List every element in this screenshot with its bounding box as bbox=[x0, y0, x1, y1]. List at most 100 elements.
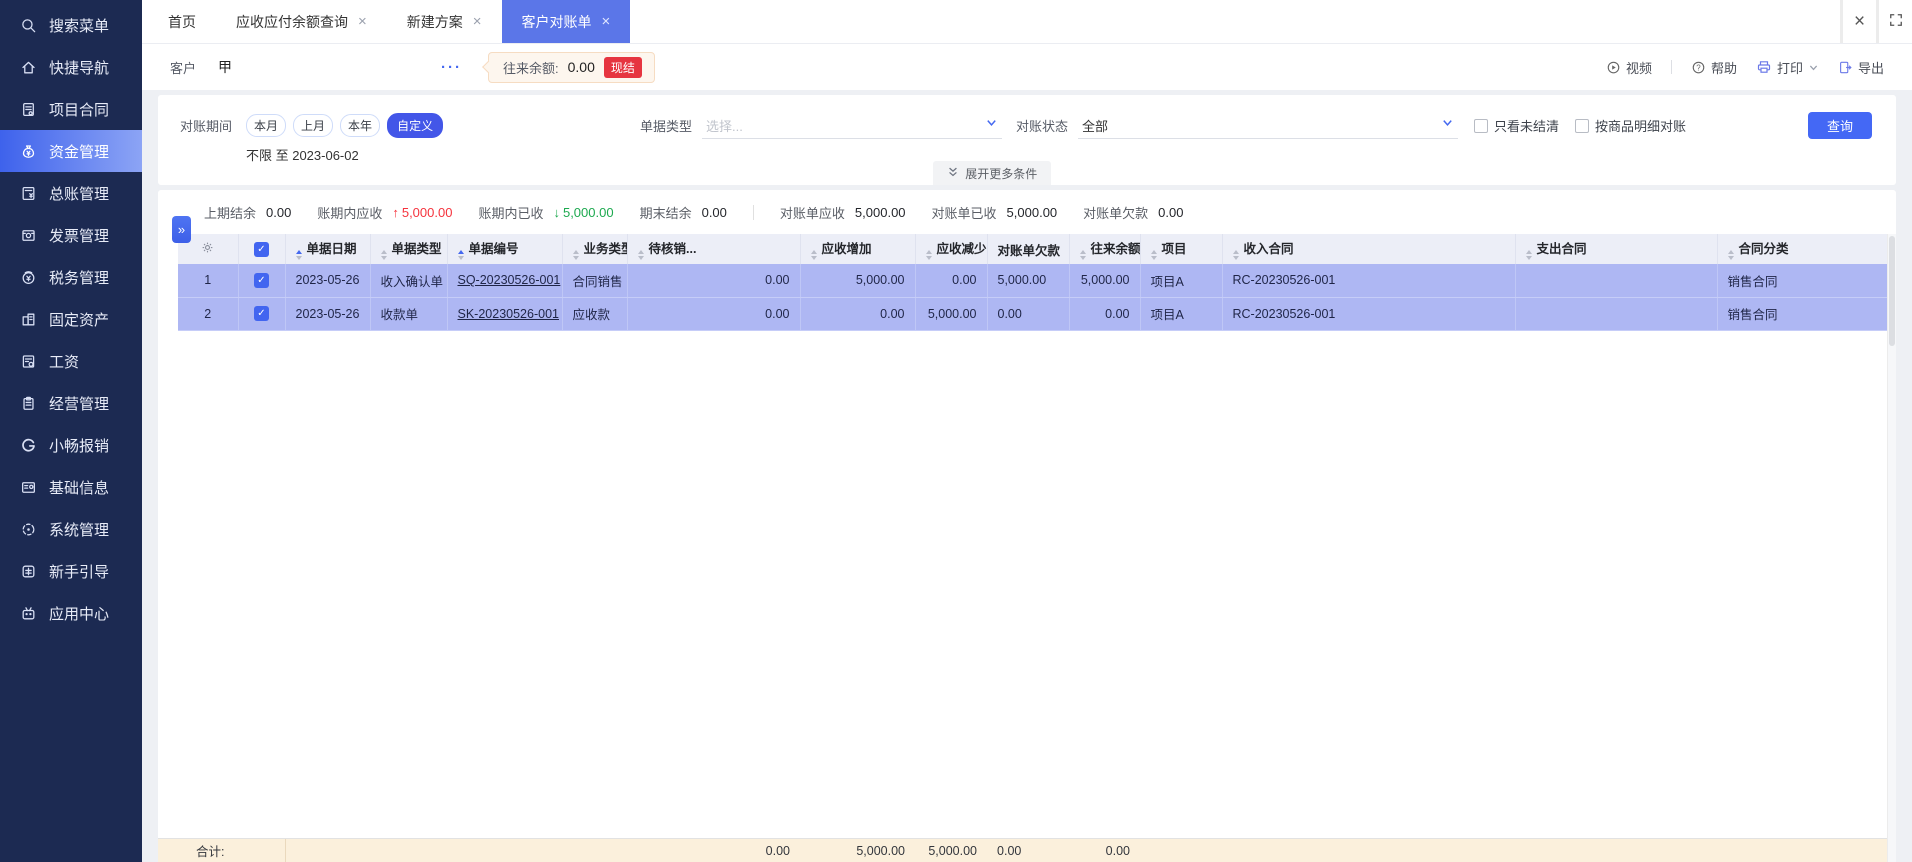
sidebar-item-label: 资金管理 bbox=[49, 143, 110, 161]
side-panel-expand-button[interactable]: » bbox=[172, 216, 191, 243]
sidebar-item-label: 税务管理 bbox=[49, 269, 110, 287]
expand-more-button[interactable]: 展开更多条件 bbox=[933, 161, 1052, 185]
svg-text:?: ? bbox=[1696, 63, 1701, 72]
summary-label: 合计: bbox=[178, 839, 286, 862]
customer-value[interactable]: 甲 bbox=[218, 57, 232, 77]
filter-row: 对账期间 本月 上月 本年 自定义 单据类型 选择... 对账状态 全部 只看未… bbox=[180, 112, 1872, 139]
scrollbar-track[interactable] bbox=[1887, 234, 1896, 862]
period-option-custom[interactable]: 自定义 bbox=[387, 113, 444, 138]
sidebar-item-search[interactable]: 搜索菜单 bbox=[0, 4, 142, 46]
column-label: 收入合同 bbox=[1243, 242, 1294, 256]
tab-1[interactable]: 应收应付余额查询 × bbox=[216, 0, 387, 43]
checkbox-unchecked bbox=[1474, 118, 1489, 133]
column-header-pending[interactable]: 待核销... bbox=[627, 234, 801, 264]
action-print[interactable]: 打印 bbox=[1756, 58, 1819, 77]
action-video[interactable]: 视频 bbox=[1606, 58, 1652, 77]
column-header-expense_contract[interactable]: 支出合同 bbox=[1515, 234, 1718, 264]
close-window-button[interactable]: × bbox=[1843, 0, 1876, 43]
sidebar-item-home[interactable]: 快捷导航 bbox=[0, 46, 142, 88]
select-all-checkbox[interactable] bbox=[238, 234, 286, 264]
column-header-contract_category[interactable]: 合同分类 bbox=[1717, 234, 1894, 264]
filter-panel: 对账期间 本月 上月 本年 自定义 单据类型 选择... 对账状态 全部 只看未… bbox=[158, 95, 1896, 185]
tab-3[interactable]: 客户对账单 × bbox=[501, 0, 631, 43]
invoice-icon bbox=[19, 226, 37, 244]
stat-period-receivable: 账期内应收 ↑ 5,000.00 bbox=[317, 203, 452, 222]
sidebar-item-system[interactable]: 系统管理 bbox=[0, 508, 142, 550]
column-header-doc_type[interactable]: 单据类型 bbox=[370, 234, 448, 264]
sidebar-item-payroll[interactable]: 工资 bbox=[0, 340, 142, 382]
sidebar-item-label: 经营管理 bbox=[49, 395, 110, 413]
column-header-income_contract[interactable]: 收入合同 bbox=[1222, 234, 1516, 264]
tab-close-icon[interactable]: × bbox=[358, 14, 367, 29]
sidebar-item-app-center[interactable]: 应用中心 bbox=[0, 592, 142, 634]
sidebar-item-guide[interactable]: 新手引导 bbox=[0, 550, 142, 592]
sidebar-item-business[interactable]: 经营管理 bbox=[0, 382, 142, 424]
period-option-2[interactable]: 本年 bbox=[340, 114, 381, 137]
sidebar-item-expense[interactable]: 小畅报销 bbox=[0, 424, 142, 466]
sort-icon bbox=[1079, 250, 1086, 260]
tab-2[interactable]: 新建方案 × bbox=[387, 0, 502, 43]
period-range-value[interactable]: 不限 至 2023-06-02 bbox=[246, 145, 1872, 164]
tab-close-icon[interactable]: × bbox=[473, 14, 482, 29]
column-header-project[interactable]: 项目 bbox=[1140, 234, 1223, 264]
column-label: 应收减少 bbox=[936, 242, 987, 256]
guide-icon bbox=[19, 562, 37, 580]
sidebar-item-label: 新手引导 bbox=[49, 563, 110, 581]
cell-doc_no[interactable]: SK-20230526-001 bbox=[447, 297, 563, 331]
summary-doc_no bbox=[447, 839, 562, 862]
checkbox-checked-icon[interactable] bbox=[254, 241, 269, 257]
sidebar-item-invoice[interactable]: 发票管理 bbox=[0, 214, 142, 256]
only-unsettled-checkbox[interactable]: 只看未结清 bbox=[1474, 116, 1559, 135]
column-header-date[interactable]: 单据日期 bbox=[285, 234, 371, 264]
doc-type-select[interactable]: 选择... bbox=[702, 113, 1003, 139]
column-header-ar_increase[interactable]: 应收增加 bbox=[800, 234, 916, 264]
column-header-biz_type[interactable]: 业务类型 bbox=[562, 234, 628, 264]
column-header-doc_no[interactable]: 单据编号 bbox=[447, 234, 563, 264]
sidebar-item-base-info[interactable]: 基础信息 bbox=[0, 466, 142, 508]
summary-stats-row: 上期结余 0.00 账期内应收 ↑ 5,000.00 账期内已收 ↓ 5,000.00 期末结余… bbox=[158, 190, 1896, 234]
stat-label: 对账单欠款 bbox=[1083, 205, 1149, 221]
app-root: 搜索菜单 快捷导航项目合同资金管理总账管理发票管理税务管理固定资产 工资经营管理小畅… bbox=[0, 0, 1912, 862]
sidebar-item-label: 项目合同 bbox=[49, 101, 110, 119]
record-toolbar: 客户 甲 ··· 往来余额: 0.00 现结 视频? 帮助 打印 导出 bbox=[142, 44, 1912, 90]
customer-more-button[interactable]: ··· bbox=[441, 59, 462, 76]
status-select[interactable]: 全部 bbox=[1078, 113, 1459, 139]
period-option-0[interactable]: 本月 bbox=[246, 114, 287, 137]
scrollbar-thumb[interactable] bbox=[1889, 236, 1895, 346]
by-product-checkbox[interactable]: 按商品明细对账 bbox=[1575, 116, 1686, 135]
sidebar-item-funds[interactable]: 资金管理 bbox=[0, 130, 142, 172]
fullscreen-button[interactable] bbox=[1879, 0, 1912, 43]
action-export[interactable]: 导出 bbox=[1838, 58, 1884, 77]
chevron-down-icon bbox=[985, 116, 998, 134]
cell-doc_no[interactable]: SQ-20230526-001 bbox=[447, 264, 563, 298]
cell-project: 项目A bbox=[1140, 264, 1223, 298]
row-checkbox[interactable] bbox=[254, 306, 269, 322]
cell-contract_category: 销售合同 bbox=[1717, 264, 1894, 298]
row-checkbox[interactable] bbox=[254, 272, 269, 288]
search-button[interactable]: 查询 bbox=[1808, 112, 1872, 139]
cell-contract_category: 销售合同 bbox=[1717, 297, 1894, 331]
action-help[interactable]: ? 帮助 bbox=[1691, 58, 1737, 77]
export-icon bbox=[1838, 60, 1853, 75]
home-icon bbox=[19, 58, 37, 76]
sidebar-item-contract[interactable]: 项目合同 bbox=[0, 88, 142, 130]
tab-close-icon[interactable]: × bbox=[602, 14, 611, 29]
column-header-statement_debt[interactable]: 对账单欠款 bbox=[987, 234, 1070, 264]
column-header-ar_decrease[interactable]: 应收减少 bbox=[915, 234, 988, 264]
column-header-balance[interactable]: 往来余额 bbox=[1069, 234, 1141, 264]
checkbox-unchecked bbox=[1575, 118, 1590, 133]
sidebar-item-assets[interactable]: 固定资产 bbox=[0, 298, 142, 340]
sidebar-item-label: 发票管理 bbox=[49, 227, 110, 245]
tab-0[interactable]: 首页 bbox=[148, 0, 216, 43]
by-product-label: 按商品明细对账 bbox=[1595, 119, 1687, 134]
period-label: 对账期间 bbox=[180, 119, 233, 134]
tab-label: 客户对账单 bbox=[521, 13, 592, 30]
cell-expense_contract bbox=[1515, 264, 1718, 298]
sort-icon bbox=[1727, 250, 1734, 260]
sidebar-item-label: 总账管理 bbox=[49, 185, 110, 203]
customer-field: 客户 甲 ··· bbox=[170, 57, 462, 77]
stat-prev-balance: 上期结余 0.00 bbox=[204, 203, 291, 222]
sidebar-item-ledger[interactable]: 总账管理 bbox=[0, 172, 142, 214]
sidebar-item-tax[interactable]: 税务管理 bbox=[0, 256, 142, 298]
period-option-1[interactable]: 上月 bbox=[293, 114, 334, 137]
